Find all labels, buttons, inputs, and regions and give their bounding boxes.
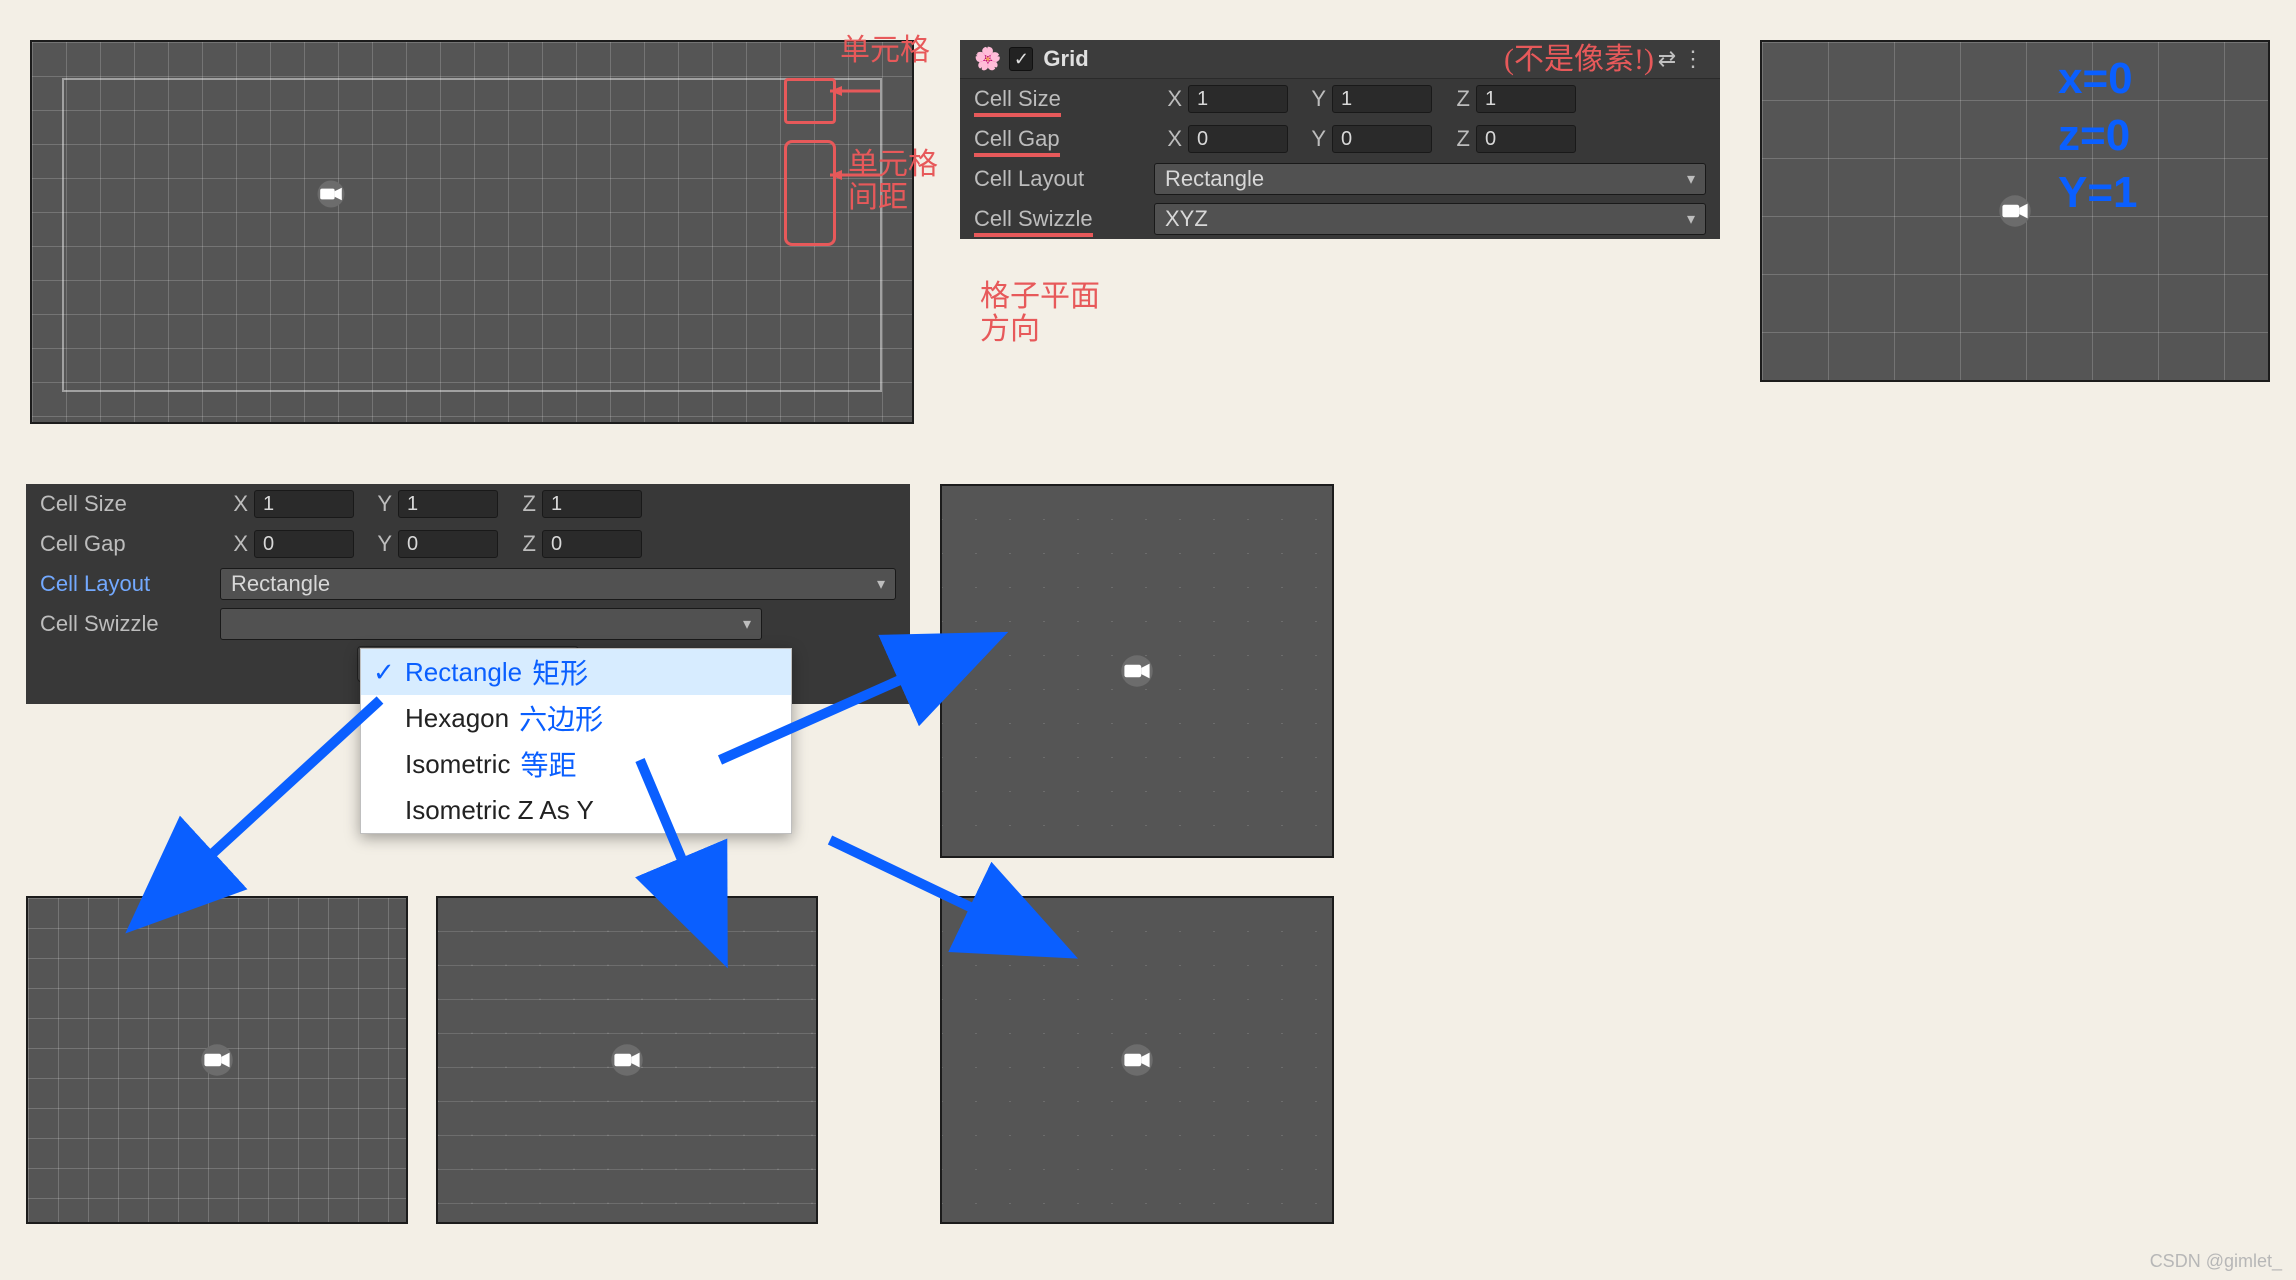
menu-item-isometric[interactable]: Isometric等距 xyxy=(361,741,791,787)
cell-size-z-2[interactable] xyxy=(542,490,642,518)
cell-gap-y[interactable] xyxy=(1332,125,1432,153)
menu-item-hexagon[interactable]: Hexagon六边形 xyxy=(361,695,791,741)
annotation-box-cellgap xyxy=(784,140,836,246)
cell-gap-x-2[interactable] xyxy=(254,530,354,558)
cell-layout-menu: ✓ Rectangle矩形 Hexagon六边形 Isometric等距 Iso… xyxy=(360,648,792,834)
preset-icon[interactable]: ⇄ xyxy=(1654,46,1680,72)
cell-size-label-2: Cell Size xyxy=(40,491,220,517)
cell-size-label: Cell Size xyxy=(974,86,1061,117)
scene-isometric-zasy xyxy=(940,896,1334,1224)
camera-icon xyxy=(196,1044,238,1076)
cell-swizzle-label: Cell Swizzle xyxy=(974,206,1093,237)
cell-layout-dropdown-2[interactable]: Rectangle xyxy=(220,568,896,600)
menu-item-isometric-zasy[interactable]: Isometric Z As Y xyxy=(361,787,791,833)
scene-top-main xyxy=(30,40,914,424)
cell-gap-label-2: Cell Gap xyxy=(40,531,220,557)
kebab-icon[interactable]: ⋮ xyxy=(1680,46,1706,72)
camera-icon xyxy=(1116,655,1158,687)
camera-icon xyxy=(606,1044,648,1076)
cell-gap-x[interactable] xyxy=(1188,125,1288,153)
cell-swizzle-dropdown-2[interactable] xyxy=(220,608,762,640)
check-icon: ✓ xyxy=(373,657,395,688)
cell-size-x-2[interactable] xyxy=(254,490,354,518)
cell-layout-label: Cell Layout xyxy=(974,166,1154,192)
camera-icon xyxy=(313,180,349,208)
scene-rectangle-small xyxy=(26,896,408,1224)
camera-icon xyxy=(1116,1044,1158,1076)
cell-swizzle-label-2: Cell Swizzle xyxy=(40,611,220,637)
menu-item-rectangle[interactable]: ✓ Rectangle矩形 xyxy=(361,649,791,695)
component-title: Grid xyxy=(1043,46,1504,72)
flower-icon: 🌸 xyxy=(974,46,1001,72)
grid-enable-checkbox[interactable]: ✓ xyxy=(1009,47,1033,71)
scene-hexagon xyxy=(436,896,818,1224)
inspector-top: 🌸 ✓ Grid (不是像素!) ⇄ ⋮ Cell Size X Y Z Cel… xyxy=(960,40,1720,239)
cell-size-x[interactable] xyxy=(1188,85,1288,113)
cell-gap-z-2[interactable] xyxy=(542,530,642,558)
cell-swizzle-dropdown[interactable]: XYZ xyxy=(1154,203,1706,235)
cell-size-y[interactable] xyxy=(1332,85,1432,113)
annotation-title-note: (不是像素!) xyxy=(1504,43,1654,76)
annotation-box-cellsize xyxy=(784,78,836,124)
cell-layout-label-2: Cell Layout xyxy=(40,571,220,597)
cell-gap-z[interactable] xyxy=(1476,125,1576,153)
cell-layout-dropdown[interactable]: Rectangle xyxy=(1154,163,1706,195)
cell-gap-y-2[interactable] xyxy=(398,530,498,558)
cell-size-z[interactable] xyxy=(1476,85,1576,113)
scene-isometric xyxy=(940,484,1334,858)
annotation-swizzle-text: 格子平面 方向 xyxy=(980,280,1100,346)
scene-top-right xyxy=(1760,40,2270,382)
cell-size-y-2[interactable] xyxy=(398,490,498,518)
cell-gap-label: Cell Gap xyxy=(974,126,1060,157)
camera-icon xyxy=(1994,195,2036,227)
watermark: CSDN @gimlet_ xyxy=(2150,1251,2282,1272)
